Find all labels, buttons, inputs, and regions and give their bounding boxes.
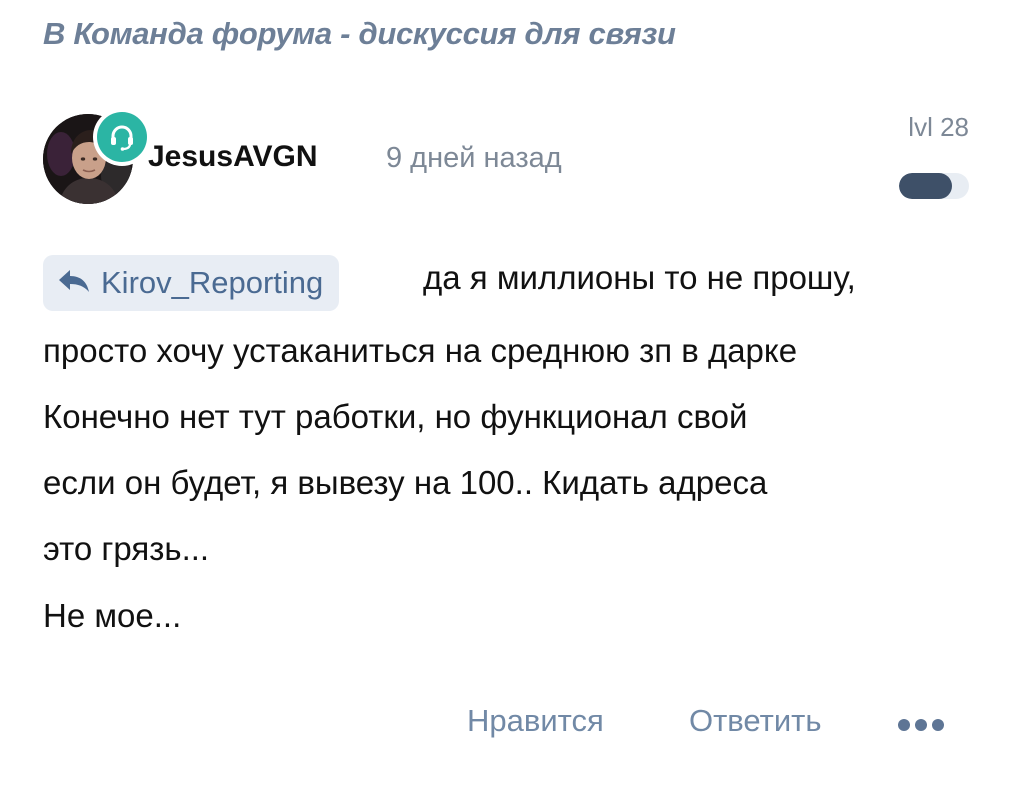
reply-button[interactable]: Ответить xyxy=(689,703,822,739)
reply-to-chip[interactable]: Kirov_Reporting xyxy=(43,255,340,311)
author-name[interactable]: JesusAVGN xyxy=(148,140,318,174)
comment-text-line-1: да я миллионы то не прошу, xyxy=(423,259,856,296)
level-progress-fill xyxy=(899,173,952,199)
post-actions: Нравится Ответить xyxy=(0,703,1013,753)
like-button[interactable]: Нравится xyxy=(467,703,604,739)
headset-icon xyxy=(97,112,147,162)
reply-to-username: Kirov_Reporting xyxy=(101,265,324,300)
avatar-container[interactable] xyxy=(43,108,151,204)
more-dot xyxy=(898,719,910,731)
reply-arrow-icon xyxy=(57,268,91,299)
more-dots-icon[interactable] xyxy=(898,717,944,733)
more-dot xyxy=(915,719,927,731)
comment-text-line-5: это грязь... xyxy=(43,530,210,567)
level-label: lvl 28 xyxy=(908,112,969,142)
post-header: JesusAVGN 9 дней назад lvl 28 xyxy=(43,106,973,216)
support-badge xyxy=(93,108,151,166)
comment-text-line-6: Не мое... xyxy=(43,597,182,634)
post-timestamp[interactable]: 9 дней назад xyxy=(386,142,562,175)
level-progress-bar xyxy=(899,173,969,199)
breadcrumb[interactable]: В Команда форума - дискуссия для связи xyxy=(43,16,676,52)
comment-text-line-4: если он будет, я вывезу на 100.. Кидать … xyxy=(43,464,768,501)
comment-text-line-2: просто хочу устаканиться на среднюю зп в… xyxy=(43,332,798,369)
comment-text-line-3: Конечно нет тут работки, но функционал с… xyxy=(43,398,748,435)
more-dot xyxy=(932,719,944,731)
